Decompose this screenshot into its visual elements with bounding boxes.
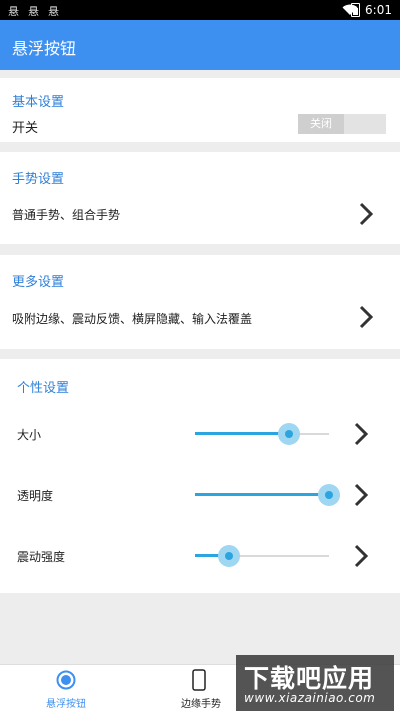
page-title: 悬浮按钮 — [12, 39, 77, 58]
radio-target-icon — [56, 670, 76, 690]
enable-switch[interactable]: 关闭 — [298, 114, 386, 134]
slider-thumb[interactable] — [278, 423, 300, 445]
chevron-right-icon[interactable] — [357, 304, 377, 330]
nav-item-edge-gesture[interactable]: 边缘手势 — [172, 665, 232, 712]
opacity-slider[interactable] — [195, 484, 340, 506]
basic-settings-card: 基本设置 开关 关闭 — [0, 78, 400, 142]
basic-settings-title: 基本设置 — [12, 95, 65, 110]
watermark-url: www.xiazainiao.com — [244, 691, 376, 705]
personal-settings-card: 个性设置 大小 透明度 震动强度 — [0, 359, 400, 593]
size-label: 大小 — [17, 428, 42, 442]
app-bar: 悬浮按钮 — [0, 20, 400, 70]
nav-item-label: 边缘手势 — [181, 699, 221, 710]
nav-item-label: 悬浮按钮 — [46, 699, 86, 710]
switch-state-label: 关闭 — [298, 114, 344, 134]
vibration-label: 震动强度 — [17, 550, 66, 564]
more-settings-item: 吸附边缘、震动反馈、横屏隐藏、输入法覆盖 — [12, 312, 253, 326]
slider-fill — [195, 493, 329, 496]
more-settings-card[interactable]: 更多设置 吸附边缘、震动反馈、横屏隐藏、输入法覆盖 — [0, 255, 400, 349]
status-time: 6:01 — [365, 3, 392, 17]
gesture-settings-item: 普通手势、组合手势 — [12, 208, 121, 222]
phone-icon — [192, 669, 206, 691]
nav-item-float-button[interactable]: 悬浮按钮 — [30, 665, 102, 712]
chevron-right-icon[interactable] — [352, 421, 372, 447]
battery-icon — [351, 3, 360, 17]
more-settings-title: 更多设置 — [12, 275, 65, 290]
gesture-settings-card[interactable]: 手势设置 普通手势、组合手势 — [0, 152, 400, 244]
notification-icon: 悬 — [48, 5, 59, 18]
size-slider[interactable] — [195, 423, 329, 445]
chevron-right-icon[interactable] — [357, 201, 377, 227]
notification-icon: 悬 — [28, 5, 39, 18]
opacity-label: 透明度 — [17, 489, 54, 503]
vibration-slider[interactable] — [195, 545, 329, 567]
notification-icon: 悬 — [8, 5, 19, 18]
personal-settings-title: 个性设置 — [17, 381, 70, 396]
gesture-settings-title: 手势设置 — [12, 172, 65, 187]
slider-thumb[interactable] — [218, 545, 240, 567]
status-bar: 悬 悬 悬 6:01 — [0, 0, 400, 20]
slider-thumb[interactable] — [318, 484, 340, 506]
slider-fill — [195, 432, 289, 435]
chevron-right-icon[interactable] — [352, 482, 372, 508]
watermark-title: 下载吧应用 — [244, 664, 375, 693]
chevron-right-icon[interactable] — [352, 543, 372, 569]
switch-label: 开关 — [12, 121, 39, 136]
watermark-logo: 下载吧应用 www.xiazainiao.com — [236, 655, 394, 711]
